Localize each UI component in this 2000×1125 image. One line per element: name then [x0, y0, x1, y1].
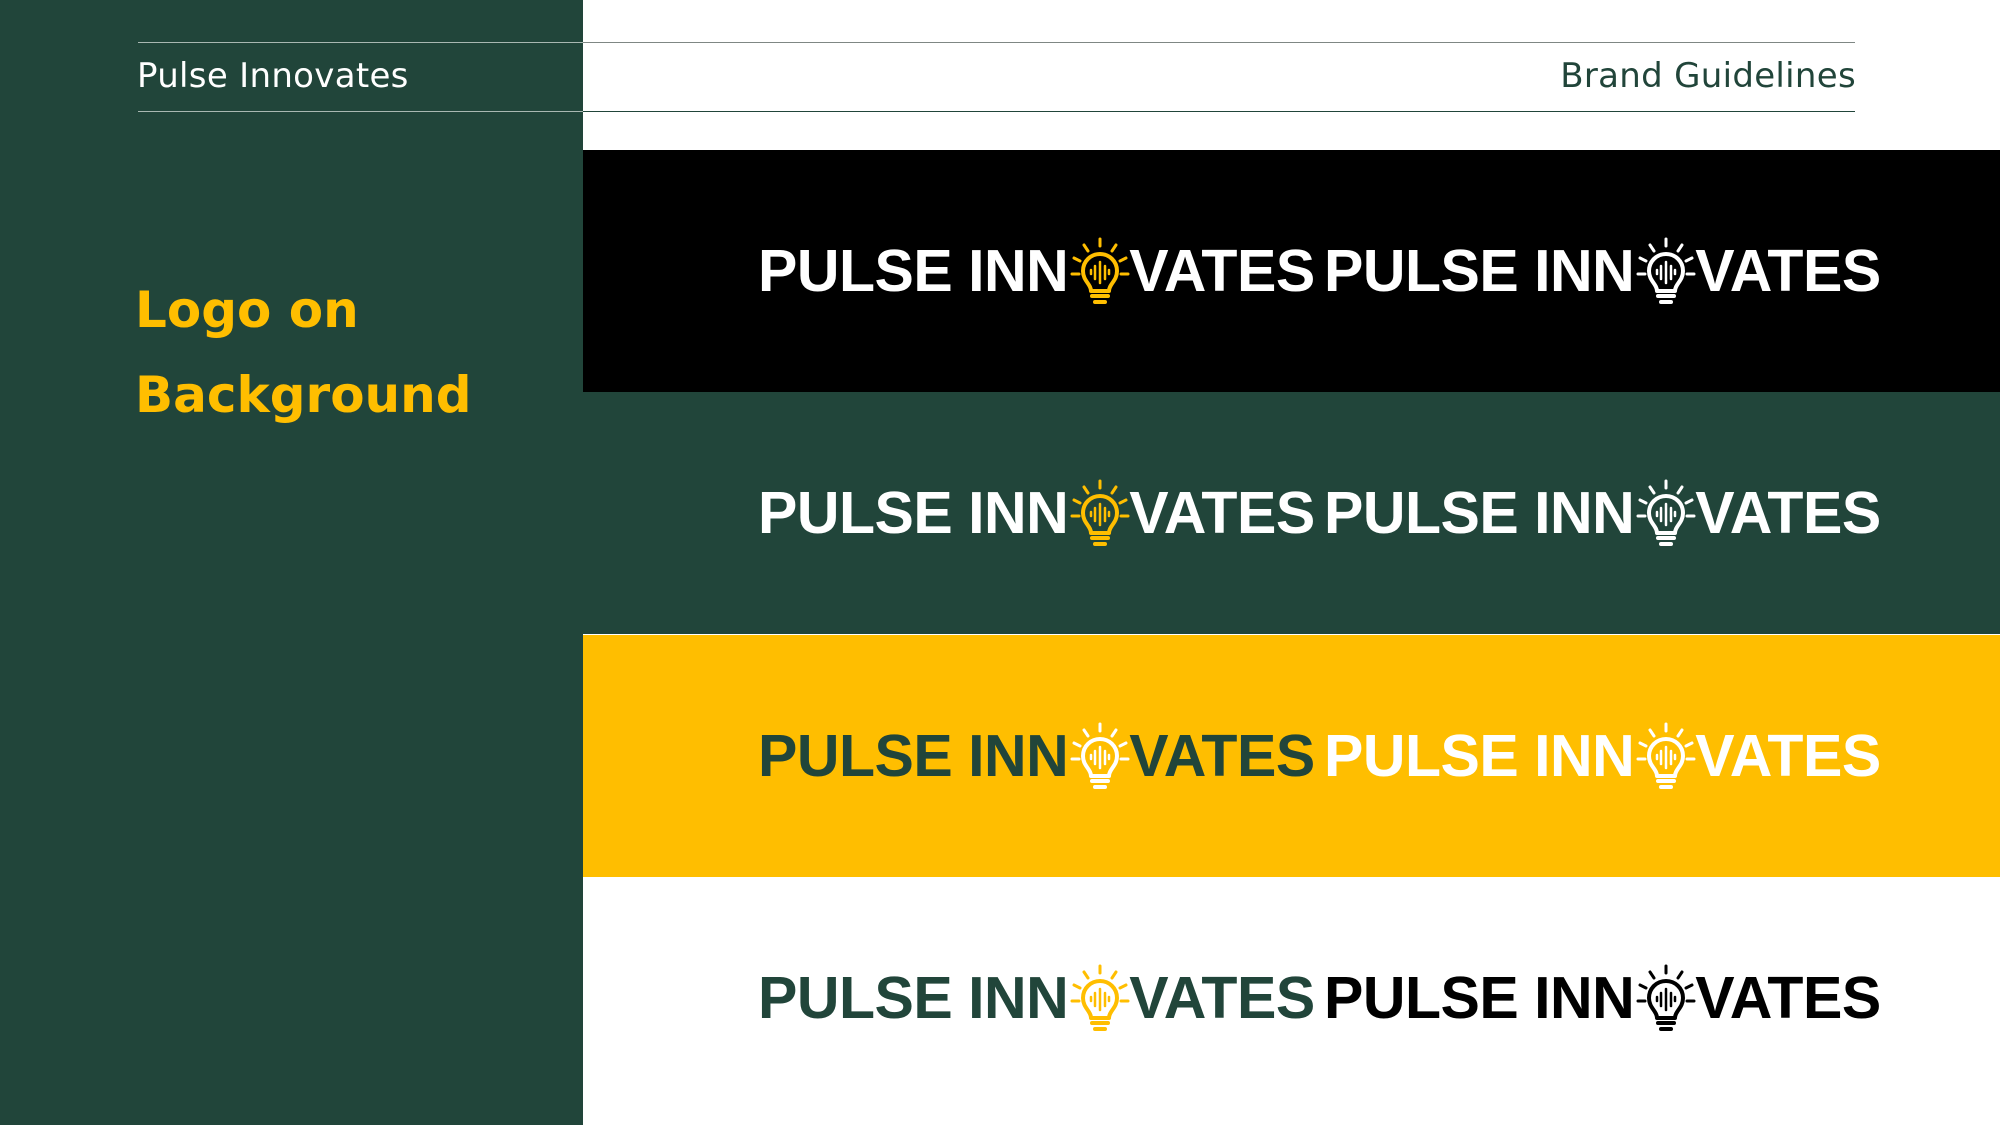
logo-text-right: VATES [1129, 965, 1315, 1031]
logo-text-right: VATES [1695, 238, 1881, 304]
logo-text-left: PULSE INN [758, 238, 1069, 304]
header-rule-top [583, 42, 1855, 43]
logo-text-right: VATES [1129, 480, 1315, 546]
logo-black-secondary: PULSE INN VATES [1324, 236, 1881, 306]
logo-green-primary: PULSE INN VATES [758, 478, 1315, 548]
logo-text-left: PULSE INN [1324, 965, 1635, 1031]
logo-text-left: PULSE INN [1324, 238, 1635, 304]
logo-text-right: VATES [1129, 238, 1315, 304]
lightbulb-soundwave-icon [1069, 721, 1131, 791]
logo-band-white: PULSE INN VATES PULSE INN VATES [583, 877, 2000, 1119]
brand-name: Pulse Innovates [137, 56, 409, 96]
header-rule-top [138, 42, 583, 43]
lightbulb-soundwave-icon [1069, 236, 1131, 306]
lightbulb-soundwave-icon [1635, 236, 1697, 306]
lightbulb-soundwave-icon [1635, 721, 1697, 791]
document-title: Brand Guidelines [1560, 56, 1856, 96]
logo-text-right: VATES [1129, 723, 1315, 789]
logo-text-right: VATES [1695, 965, 1881, 1031]
logo-text-left: PULSE INN [1324, 723, 1635, 789]
logo-band-yellow: PULSE INN VATES PULSE INN VATES [583, 635, 2000, 877]
lightbulb-soundwave-icon [1635, 478, 1697, 548]
header-rule-bottom [583, 111, 1855, 112]
logo-yellow-primary: PULSE INN VATES [758, 721, 1315, 791]
section-title-line: Background [135, 366, 472, 424]
sidebar [0, 0, 583, 1125]
logo-green-secondary: PULSE INN VATES [1324, 478, 1881, 548]
section-title-line: Logo on [135, 281, 359, 339]
logo-white-secondary: PULSE INN VATES [1324, 963, 1881, 1033]
lightbulb-soundwave-icon [1069, 478, 1131, 548]
logo-band-black: PULSE INN VATES PULSE INN VATES [583, 150, 2000, 392]
lightbulb-soundwave-icon [1069, 963, 1131, 1033]
logo-black-primary: PULSE INN VATES [758, 236, 1315, 306]
logo-text-left: PULSE INN [758, 965, 1069, 1031]
logo-text-left: PULSE INN [758, 480, 1069, 546]
header-rule-bottom [138, 111, 583, 112]
logo-text-left: PULSE INN [1324, 480, 1635, 546]
logo-yellow-secondary: PULSE INN VATES [1324, 721, 1881, 791]
logo-text-right: VATES [1695, 480, 1881, 546]
logo-band-green: PULSE INN VATES PULSE INN VATES [583, 392, 2000, 634]
logo-text-left: PULSE INN [758, 723, 1069, 789]
logo-text-right: VATES [1695, 723, 1881, 789]
lightbulb-soundwave-icon [1635, 963, 1697, 1033]
logo-white-primary: PULSE INN VATES [758, 963, 1315, 1033]
section-title: Logo on Background [135, 268, 555, 438]
